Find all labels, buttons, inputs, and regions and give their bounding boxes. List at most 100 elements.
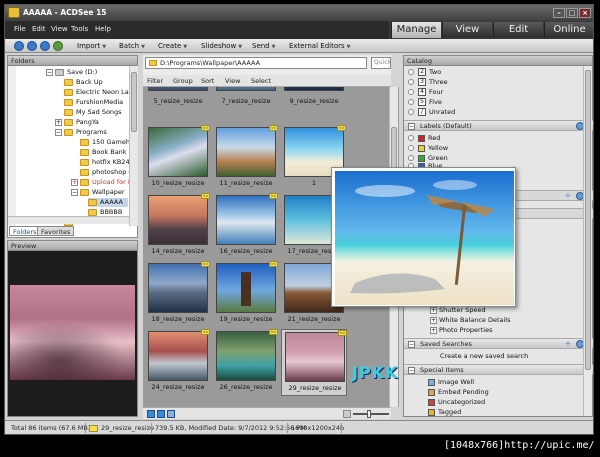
thumbnail-selected[interactable]: ini 29_resize_resize [281, 329, 347, 396]
collapse-icon[interactable]: − [408, 341, 415, 348]
select-menu[interactable]: Select [251, 77, 271, 85]
tree-folder[interactable]: − Wallpaper [71, 188, 125, 197]
menu-view[interactable]: View [51, 25, 68, 33]
tree-folder[interactable]: photoshop cs [80, 168, 129, 177]
view-mode-icon[interactable] [147, 410, 155, 418]
thumbnail[interactable]: 9_resize_resize [281, 87, 347, 109]
add-icon[interactable]: + [564, 192, 572, 200]
minimize-icon[interactable]: – [553, 8, 565, 18]
maximize-icon[interactable]: □ [566, 8, 578, 18]
sort-menu[interactable]: Sort [201, 77, 214, 85]
label-item[interactable]: Yellow [408, 144, 448, 153]
special-item[interactable]: Image Well [428, 378, 474, 387]
thumbnail[interactable]: 7_resize_resize [213, 87, 279, 109]
rating-item[interactable]: 3 Three [408, 78, 448, 87]
up-icon[interactable] [40, 41, 50, 51]
mode-tabs: Manage View Edit Online [389, 21, 593, 39]
external-editors-menu[interactable]: External Editors ▼ [289, 42, 351, 50]
create-menu[interactable]: Create ▼ [158, 42, 187, 50]
filter-menu[interactable]: Filter [147, 77, 163, 85]
tree-folder[interactable]: +Upload for Mo [71, 178, 129, 187]
hover-preview-image [335, 171, 514, 305]
import-menu[interactable]: Import ▼ [77, 42, 106, 50]
collapse-icon[interactable]: − [408, 367, 415, 374]
labels-section-header[interactable]: − Labels (Default) [404, 120, 593, 131]
tree-folder[interactable]: + PangYa [55, 118, 99, 127]
special-items-header[interactable]: − Special Items [404, 364, 593, 375]
preview-image [10, 285, 135, 380]
tree-folder[interactable]: hotfix KB2481 [80, 158, 129, 167]
quick-search-input[interactable]: Quick [371, 57, 391, 69]
tree-folder[interactable]: Electric Neon Lam [64, 88, 129, 97]
special-item[interactable]: Uncategorized [428, 398, 485, 407]
thumbnail-bottom-bar [143, 407, 391, 419]
mode-manage[interactable]: Manage [391, 22, 441, 38]
batch-menu[interactable]: Batch ▼ [119, 42, 145, 50]
thumbnail[interactable]: 5_resize_resize [145, 87, 211, 109]
folders-panel-title: Folders [8, 56, 137, 66]
zoom-slider[interactable] [353, 410, 389, 418]
group-menu[interactable]: Group [173, 77, 193, 85]
saved-searches-header[interactable]: − Saved Searches + [404, 338, 593, 349]
send-menu[interactable]: Send ▼ [252, 42, 276, 50]
refresh-icon[interactable] [53, 41, 63, 51]
collapse-icon[interactable]: − [408, 123, 415, 130]
close-icon[interactable]: × [579, 8, 591, 18]
tree-folder-selected[interactable]: AAAAA [88, 198, 128, 207]
tab-folders[interactable]: Folders [9, 226, 41, 236]
zoom-slider-knob[interactable] [367, 410, 371, 418]
thumbnail[interactable]: ini 16_resize_resize [213, 193, 279, 260]
thumbnail[interactable]: ini 26_resize_resize [213, 329, 279, 396]
add-icon[interactable]: + [564, 340, 572, 348]
tab-favorites[interactable]: Favorites [37, 226, 75, 236]
catalog-scrollbar[interactable] [583, 66, 592, 416]
scroll-thumb[interactable] [131, 72, 137, 132]
rating-item[interactable]: / Unrated [408, 108, 455, 117]
thumbnail[interactable]: ini 18_resize_resize [145, 261, 211, 328]
rating-item[interactable]: 4 Four [408, 88, 443, 97]
mode-online[interactable]: Online [544, 22, 593, 38]
folders-hscrollbar[interactable] [8, 216, 129, 224]
thumbnail[interactable]: ini 24_resize_resize [145, 329, 211, 396]
status-dimensions: 1600x1200x24b [291, 424, 345, 432]
folders-scrollbar[interactable] [129, 66, 138, 226]
back-icon[interactable] [14, 41, 24, 51]
mode-edit[interactable]: Edit [493, 22, 543, 38]
exif-item[interactable]: + Photo Properties [430, 326, 492, 335]
menu-edit[interactable]: Edit [32, 25, 46, 33]
thumbnail[interactable]: ini 14_resize_resize [145, 193, 211, 260]
folder-tree: −Save (D:) Back Up Electric Neon Lam Fur… [8, 66, 129, 226]
app-icon [8, 7, 20, 18]
zoom-out-icon[interactable] [343, 410, 351, 418]
path-input[interactable]: D:\Programs\Wallpaper\AAAAA [145, 57, 367, 69]
view-menu[interactable]: View [225, 77, 240, 85]
mode-view[interactable]: View [442, 22, 492, 38]
view-mode-icon[interactable] [157, 410, 165, 418]
tree-folder[interactable]: Book Bank [80, 148, 127, 157]
label-item[interactable]: Red [408, 134, 440, 143]
special-item[interactable]: Embed Pending [428, 388, 489, 397]
tree-folder[interactable]: FurshionMedia [64, 98, 123, 107]
tree-folder[interactable]: My Sad Songs [64, 108, 122, 117]
tree-drive-d[interactable]: − Save (D:) [46, 68, 97, 77]
thumbnail[interactable]: ini 10_resize_resize [145, 125, 211, 192]
preview-panel: Preview [7, 240, 138, 417]
rating-item[interactable]: 5 Five [408, 98, 442, 107]
menu-file[interactable]: File [14, 25, 26, 33]
special-item[interactable]: Tagged [428, 408, 461, 417]
scroll-thumb[interactable] [585, 70, 591, 370]
exif-item[interactable]: + White Balance Details [430, 316, 511, 325]
tree-folder[interactable]: − Programs [55, 128, 107, 137]
menu-tools[interactable]: Tools [71, 25, 88, 33]
tree-folder[interactable]: Back Up [64, 78, 103, 87]
slideshow-menu[interactable]: Slideshow ▼ [201, 42, 242, 50]
exif-item[interactable]: + Shutter Speed [430, 306, 486, 315]
rating-item[interactable]: 2 Two [408, 68, 441, 77]
menu-help[interactable]: Help [95, 25, 111, 33]
thumbnail[interactable]: ini 19_resize_resize [213, 261, 279, 328]
tree-folder[interactable]: 150 Gamehou [80, 138, 129, 147]
create-saved-search-link[interactable]: Create a new saved search [440, 352, 528, 361]
view-mode-icon[interactable] [167, 410, 175, 418]
thumbnail[interactable]: ini 11_resize_resize [213, 125, 279, 192]
forward-icon[interactable] [27, 41, 37, 51]
